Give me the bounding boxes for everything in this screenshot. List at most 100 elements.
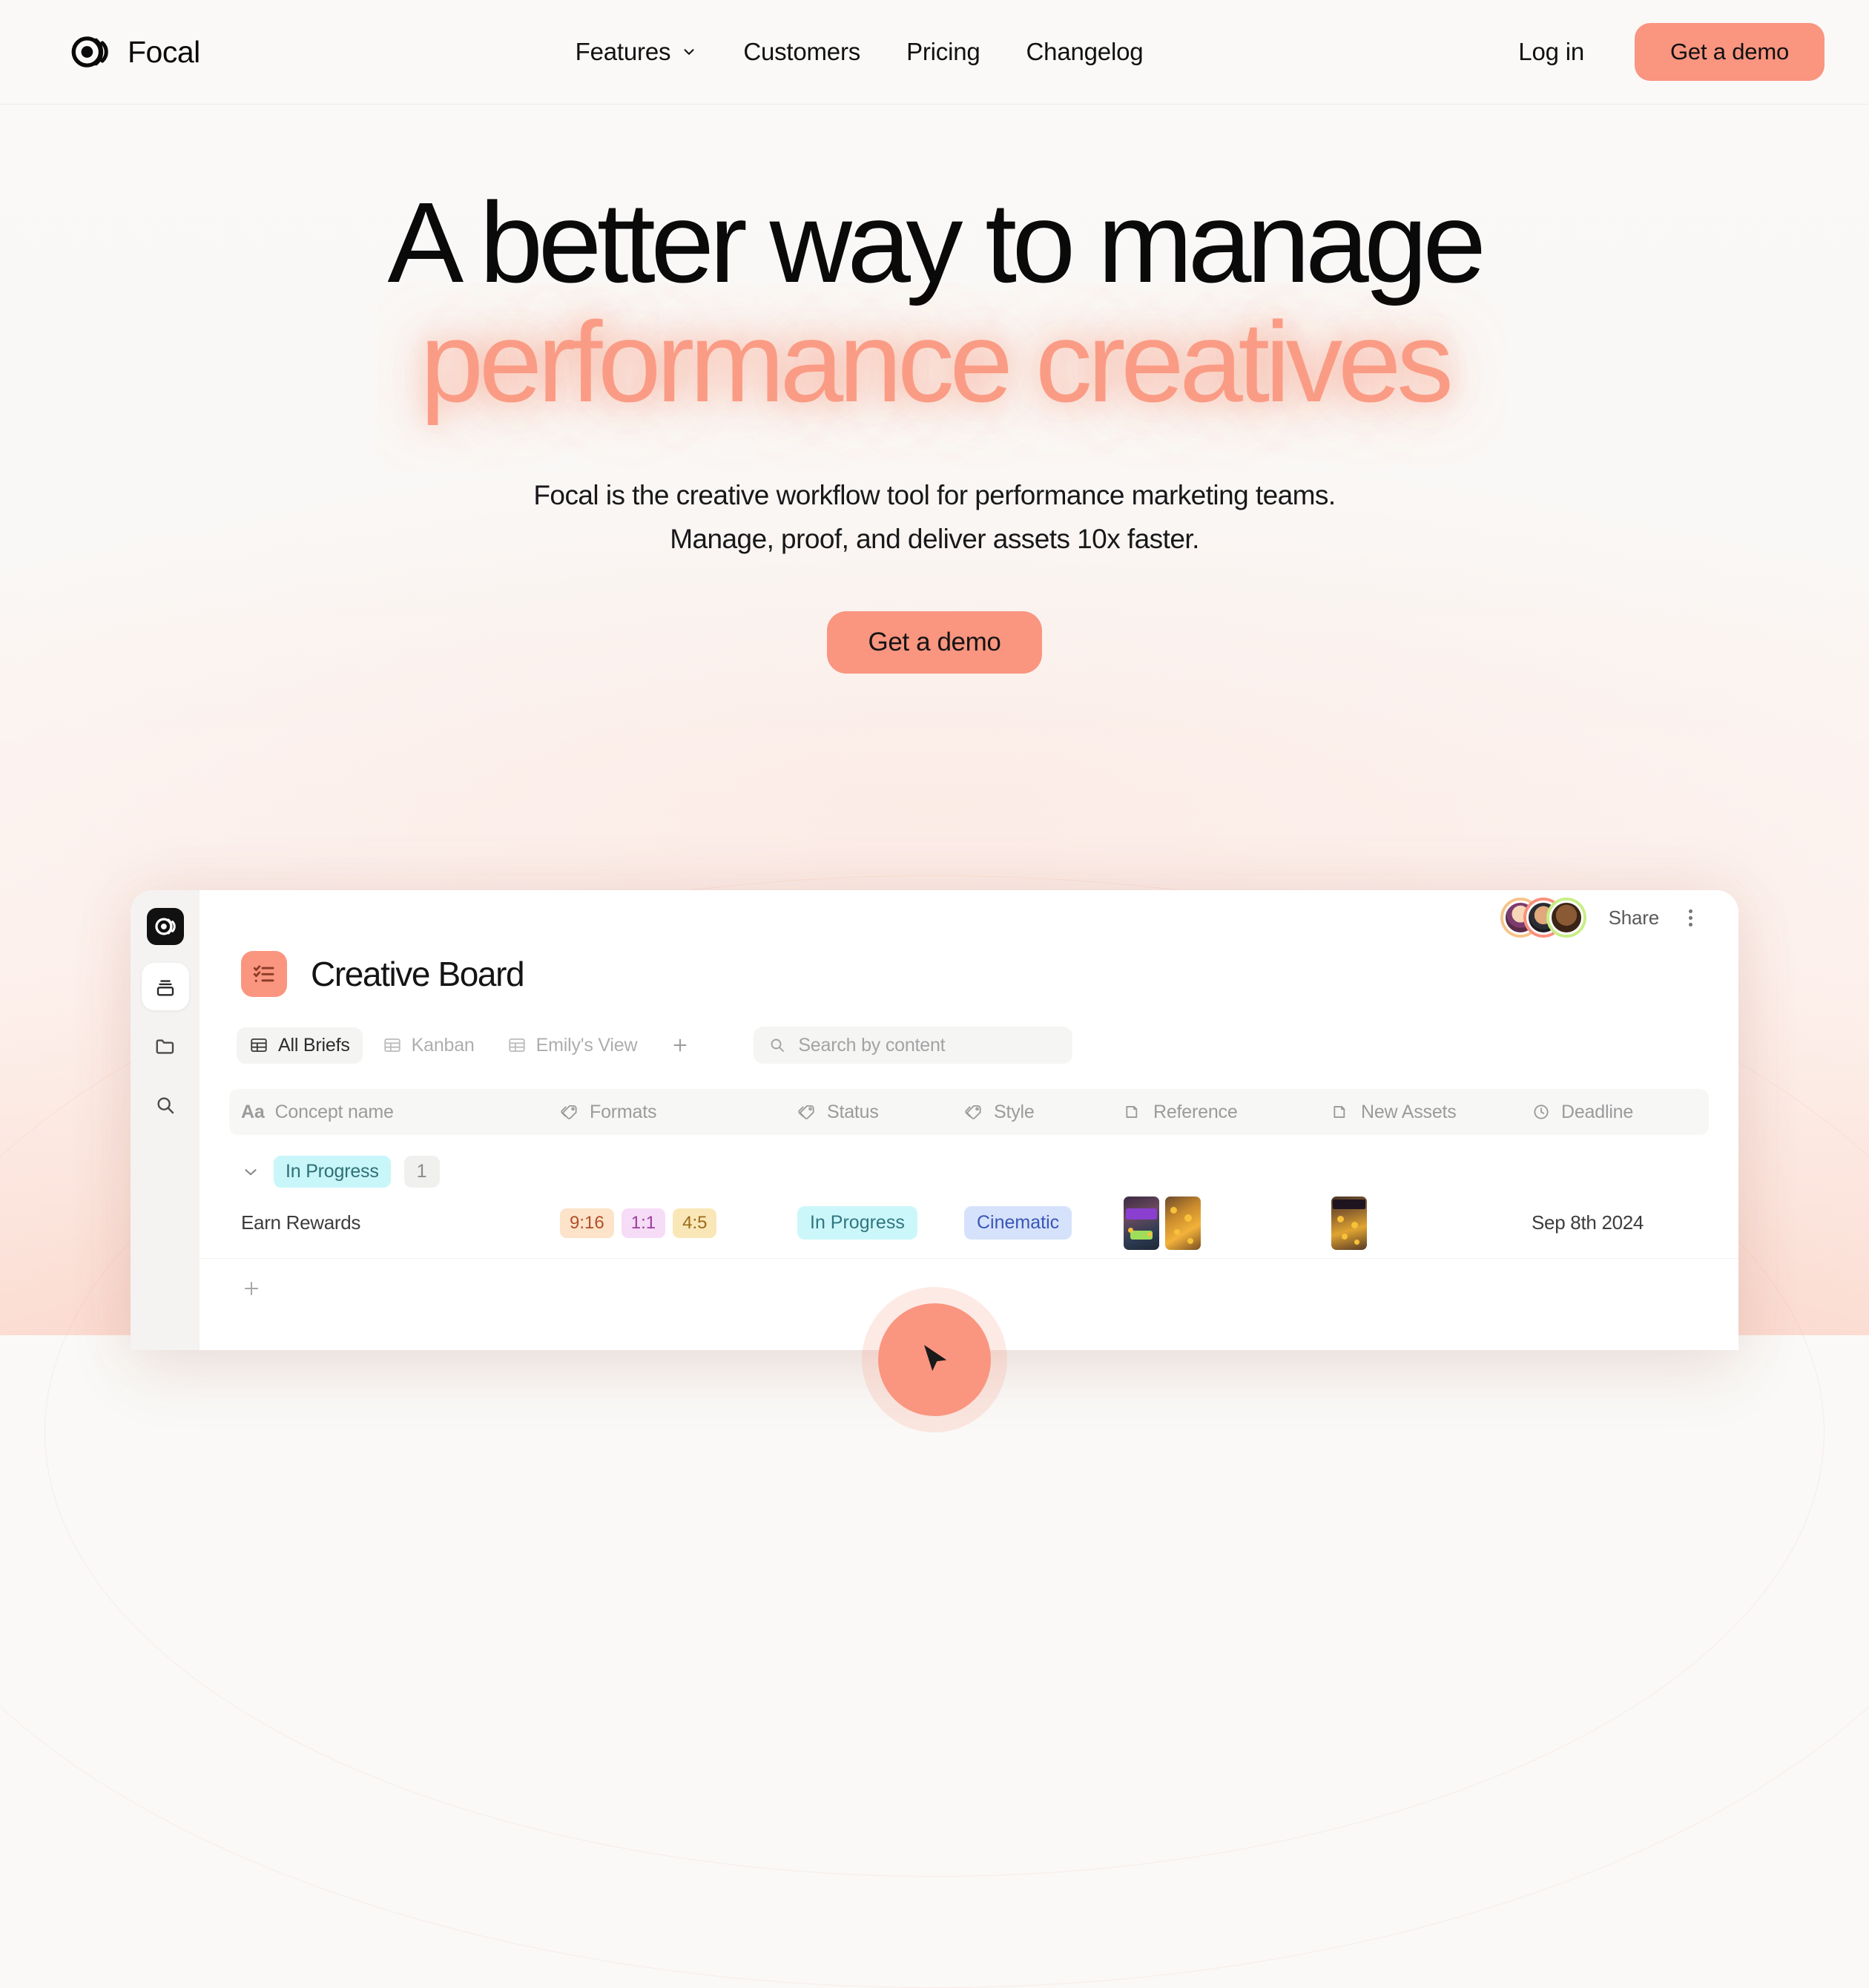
format-badge: 9:16 [560, 1208, 614, 1238]
table-row[interactable]: Earn Rewards 9:16 1:1 4:5 In Progress Ci… [200, 1188, 1738, 1259]
add-view-button[interactable] [657, 1030, 703, 1061]
get-a-demo-button-nav[interactable]: Get a demo [1635, 23, 1824, 81]
cell-concept-name-label: Earn Rewards [241, 1211, 361, 1234]
group-status-badge: In Progress [274, 1156, 391, 1188]
tag-icon [964, 1102, 983, 1122]
app-logo-tile[interactable] [146, 908, 184, 945]
board-header: Creative Board [200, 945, 1738, 997]
column-header-new-assets[interactable]: New Assets [1331, 1102, 1532, 1123]
app-main: Share Creative Board All Briefs Kanban E… [200, 890, 1738, 1350]
column-header-concept-name-label: Concept name [274, 1101, 394, 1122]
search-icon [154, 1094, 177, 1116]
add-row-button[interactable] [200, 1259, 1738, 1299]
column-header-formats[interactable]: Formats [560, 1102, 797, 1123]
search-input[interactable]: Search by content [754, 1027, 1073, 1064]
sidebar-item-search[interactable] [142, 1082, 189, 1129]
plus-icon [241, 1278, 1738, 1299]
focal-sonar-logo-icon [68, 30, 111, 73]
nav-actions: Log in Get a demo [1518, 23, 1824, 81]
nav-links: Features Customers Pricing Changelog [576, 38, 1144, 66]
brand-logo[interactable]: Focal [68, 30, 200, 73]
column-header-concept-name[interactable]: Aa Concept name [241, 1102, 560, 1123]
table-icon [507, 1036, 527, 1055]
thumbnail-image [1331, 1196, 1367, 1250]
column-header-reference-label: Reference [1153, 1101, 1238, 1122]
cell-deadline: Sep 8th 2024 [1532, 1211, 1727, 1234]
nav-item-pricing-label: Pricing [906, 38, 980, 65]
more-options-icon[interactable] [1684, 905, 1697, 931]
column-header-deadline[interactable]: Deadline [1532, 1102, 1697, 1123]
nav-item-customers[interactable]: Customers [743, 38, 860, 66]
top-navigation-bar: Focal Features Customers Pricing Changel… [0, 0, 1869, 105]
chevron-down-icon[interactable] [241, 1162, 260, 1182]
cell-concept-name: Earn Rewards [241, 1211, 560, 1234]
column-header-deadline-label: Deadline [1561, 1101, 1634, 1122]
focal-sonar-logo-icon [153, 914, 178, 939]
cell-status: In Progress [797, 1206, 964, 1240]
column-header-new-assets-label: New Assets [1361, 1101, 1457, 1122]
column-header-status-label: Status [827, 1101, 879, 1122]
nav-item-features[interactable]: Features [576, 38, 698, 66]
column-header-reference[interactable]: Reference [1124, 1102, 1331, 1123]
cell-formats: 9:16 1:1 4:5 [560, 1208, 797, 1238]
get-a-demo-button-hero[interactable]: Get a demo [826, 611, 1043, 674]
folder-icon [1331, 1102, 1351, 1122]
nav-item-pricing[interactable]: Pricing [906, 38, 980, 66]
thumbnail-image [1165, 1196, 1201, 1250]
nav-item-changelog[interactable]: Changelog [1026, 38, 1144, 66]
tab-emilys-view[interactable]: Emily's View [495, 1027, 650, 1064]
checklist-icon [251, 961, 277, 987]
thumbnail-banner [1333, 1199, 1365, 1209]
app-sidebar [131, 890, 200, 1350]
sidebar-item-folder[interactable] [142, 1022, 189, 1070]
search-icon [768, 1036, 786, 1054]
sidebar-item-archive[interactable] [141, 963, 189, 1010]
tab-all-briefs-label: All Briefs [278, 1034, 350, 1056]
tag-icon [560, 1102, 579, 1122]
brand-name: Focal [128, 34, 200, 69]
tab-all-briefs[interactable]: All Briefs [237, 1027, 363, 1064]
column-header-style[interactable]: Style [964, 1102, 1124, 1123]
column-header-status[interactable]: Status [797, 1102, 964, 1123]
tag-icon [797, 1102, 817, 1122]
app-preview: Share Creative Board All Briefs Kanban E… [131, 890, 1738, 1350]
archive-stack-icon [154, 975, 177, 998]
login-link[interactable]: Log in [1518, 38, 1584, 66]
headline-line-1: A better way to manage [387, 179, 1486, 306]
floating-action-button[interactable] [878, 1303, 991, 1416]
group-count-badge: 1 [403, 1156, 440, 1188]
cell-style: Cinematic [964, 1206, 1124, 1240]
page-title: A better way to manage performance creat… [0, 184, 1869, 427]
thumbnail-image [1124, 1196, 1159, 1250]
new-asset-thumbnails[interactable] [1331, 1196, 1367, 1250]
tab-kanban[interactable]: Kanban [370, 1027, 487, 1064]
clock-icon [1532, 1102, 1551, 1122]
nav-item-features-label: Features [575, 38, 671, 65]
avatar [1549, 901, 1583, 935]
share-button[interactable]: Share [1609, 906, 1660, 929]
board-icon [241, 951, 287, 997]
tab-emilys-view-label: Emily's View [535, 1034, 638, 1056]
format-badge: 4:5 [673, 1208, 717, 1238]
app-window: Share Creative Board All Briefs Kanban E… [131, 890, 1738, 1350]
reference-thumbnails[interactable] [1124, 1196, 1201, 1250]
table-header-row: Aa Concept name Formats Status Style Ref… [229, 1089, 1709, 1135]
floating-action-button-halo [862, 1287, 1007, 1432]
style-badge: Cinematic [964, 1206, 1072, 1240]
view-tabs: All Briefs Kanban Emily's View Search by… [200, 997, 1738, 1064]
nav-item-changelog-label: Changelog [1026, 38, 1144, 65]
briefs-table: Aa Concept name Formats Status Style Ref… [200, 1089, 1738, 1299]
tab-kanban-label: Kanban [411, 1034, 475, 1056]
chevron-down-icon [681, 44, 697, 60]
nav-item-customers-label: Customers [743, 38, 861, 65]
search-input-placeholder: Search by content [798, 1034, 946, 1056]
board-title: Creative Board [311, 955, 525, 993]
avatar-group[interactable] [1503, 901, 1583, 935]
cursor-icon [914, 1339, 955, 1380]
hero-section: A better way to manage performance creat… [0, 105, 1869, 674]
folder-icon [1124, 1102, 1143, 1122]
folder-icon [154, 1035, 177, 1057]
hero-subheadline: Focal is the creative workflow tool for … [0, 474, 1869, 561]
headline-line-2-accent: performance creatives [420, 298, 1454, 427]
cell-deadline-label: Sep 8th 2024 [1532, 1211, 1644, 1234]
